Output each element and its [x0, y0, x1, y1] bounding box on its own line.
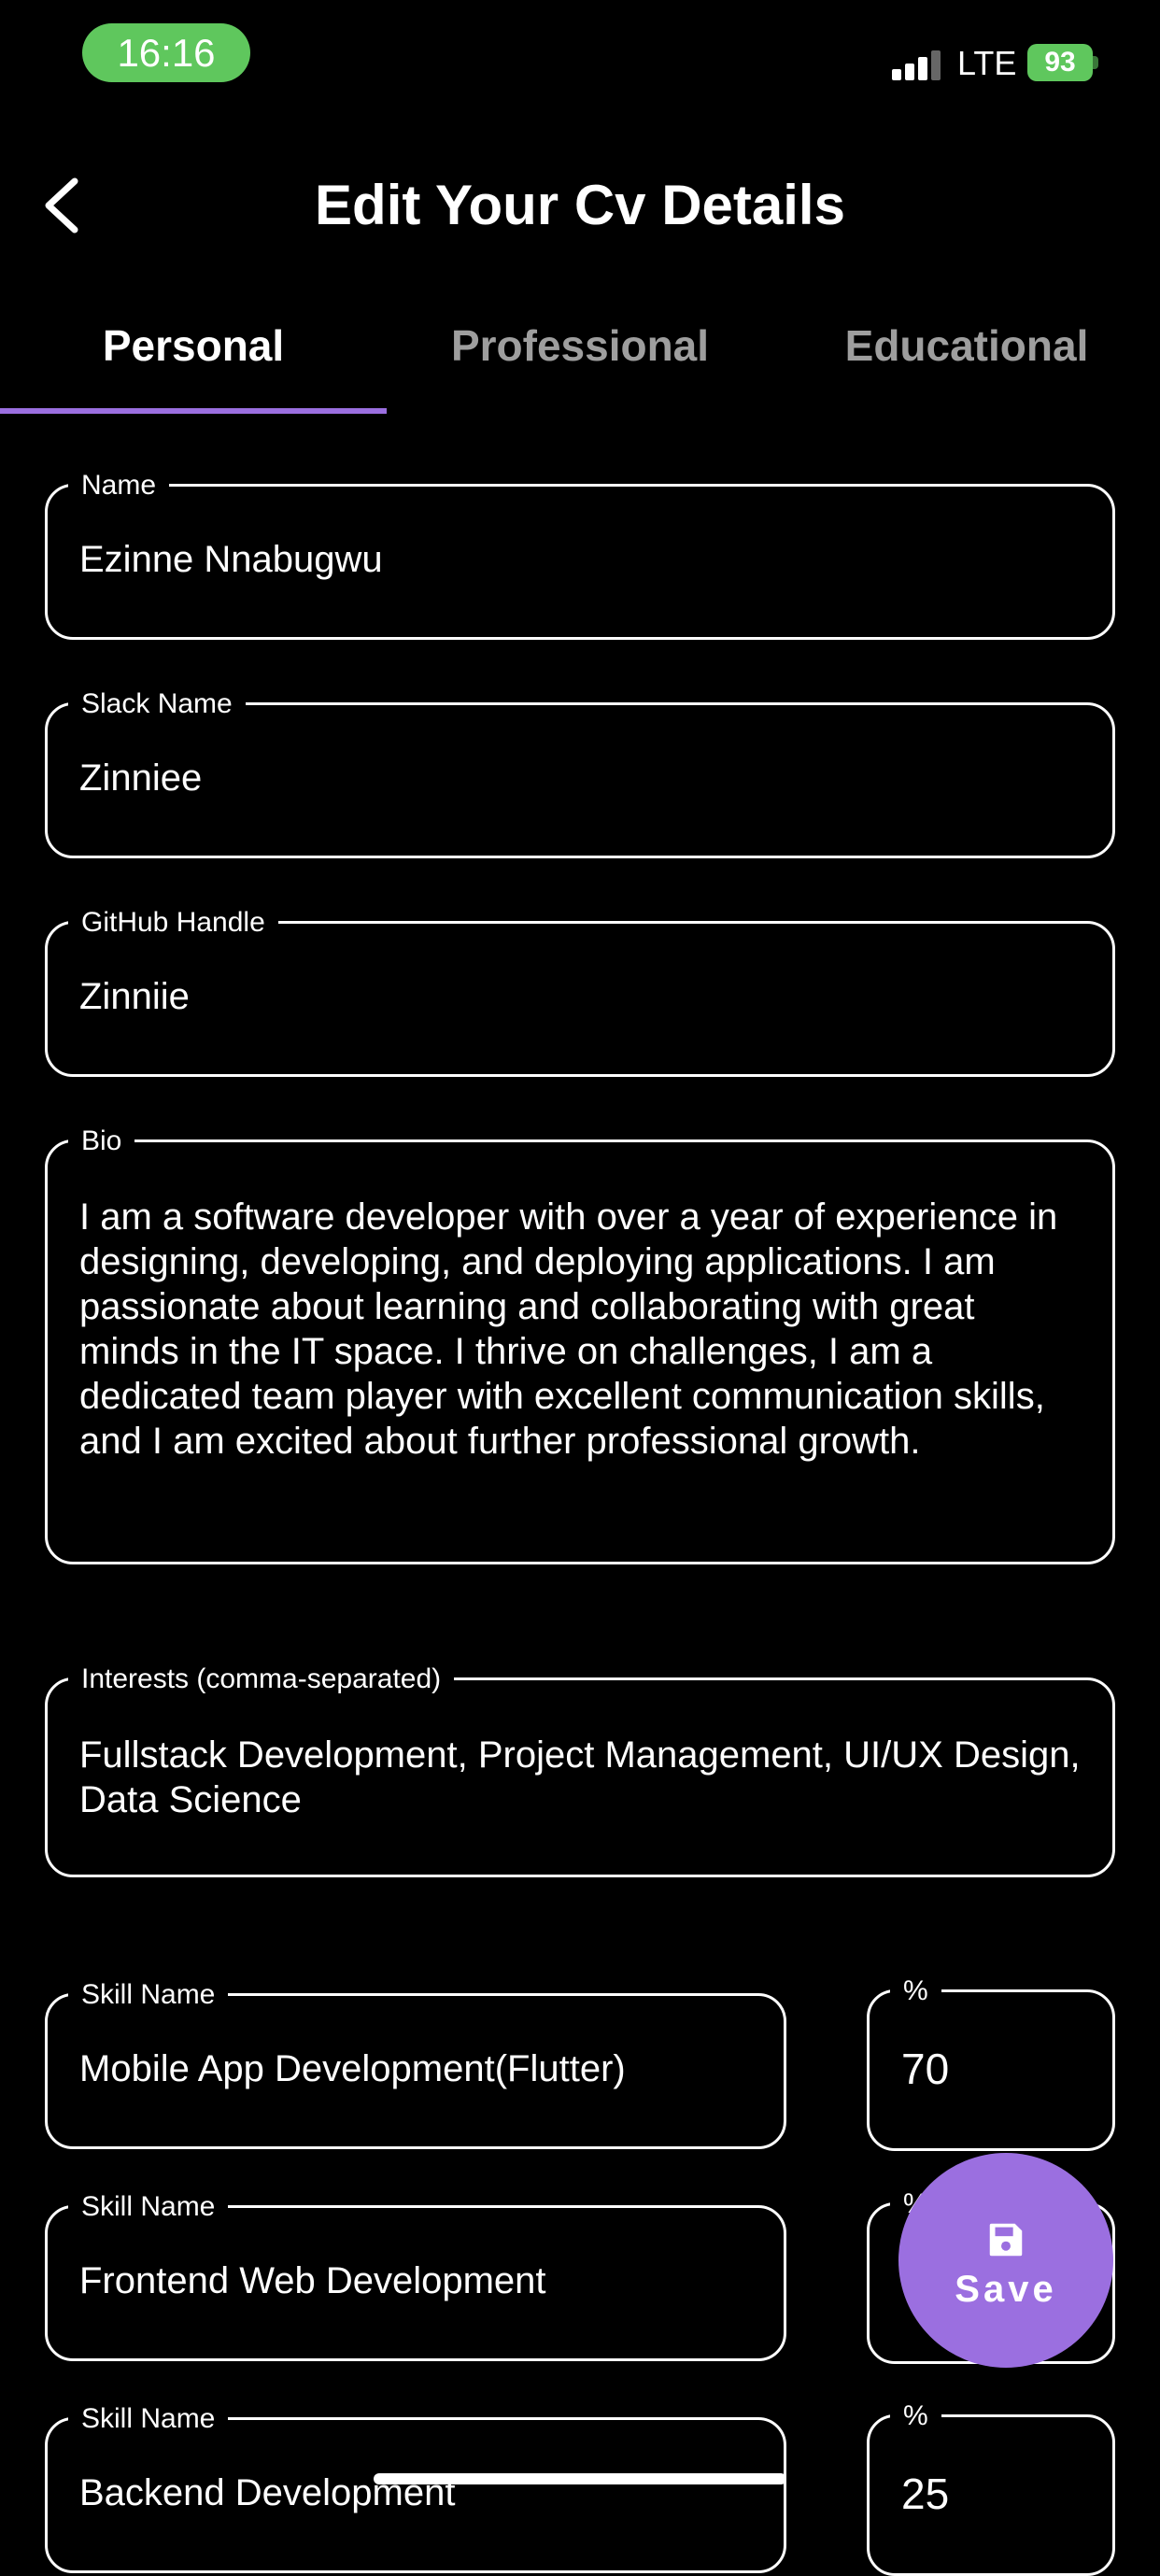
- skill-name-value: Frontend Web Development: [79, 2260, 546, 2301]
- bio-field[interactable]: Bio I am a software developer with over …: [45, 1125, 1115, 1564]
- save-button-label: Save: [955, 2269, 1057, 2310]
- battery-icon: 93: [1027, 44, 1093, 81]
- tab-personal[interactable]: Personal: [0, 308, 387, 383]
- save-button[interactable]: Save: [898, 2153, 1113, 2368]
- tab-educational[interactable]: Educational: [773, 308, 1160, 383]
- skill-name-label: Skill Name: [68, 2403, 229, 2435]
- github-handle-field-label: GitHub Handle: [68, 907, 278, 939]
- bio-field-label: Bio: [68, 1125, 135, 1157]
- tab-professional[interactable]: Professional: [387, 308, 773, 383]
- skill-percent-value: 25: [901, 2470, 950, 2518]
- skill-name-label: Skill Name: [68, 2191, 229, 2223]
- skill-name-field[interactable]: Skill Name Mobile App Development(Flutte…: [45, 1979, 786, 2149]
- skill-percent-value: 70: [901, 2045, 950, 2093]
- status-time: 16:16: [82, 23, 250, 82]
- signal-icon: [892, 50, 944, 80]
- slack-name-field-label: Slack Name: [68, 688, 246, 720]
- tab-indicator: [0, 408, 387, 414]
- name-field[interactable]: Name Ezinne Nnabugwu: [45, 470, 1115, 640]
- interests-field[interactable]: Interests (comma-separated) Fullstack De…: [45, 1663, 1115, 1877]
- skill-name-field[interactable]: Skill Name Backend Development: [45, 2403, 786, 2573]
- skill-name-label: Skill Name: [68, 1979, 229, 2011]
- name-field-value: Ezinne Nnabugwu: [79, 539, 383, 580]
- interests-field-value: Fullstack Development, Project Managemen…: [79, 1734, 1081, 1820]
- battery-tip: [1093, 56, 1098, 69]
- back-button[interactable]: [28, 168, 103, 243]
- name-field-label: Name: [68, 470, 170, 502]
- skill-percent-label: %: [890, 2400, 941, 2432]
- battery-level: 93: [1044, 47, 1076, 78]
- skill-name-value: Mobile App Development(Flutter): [79, 2048, 626, 2089]
- github-handle-field[interactable]: GitHub Handle Zinniie: [45, 907, 1115, 1077]
- network-label: LTE: [957, 44, 1017, 82]
- save-icon: [989, 2223, 1023, 2257]
- interests-field-label: Interests (comma-separated): [68, 1663, 455, 1695]
- home-indicator[interactable]: [374, 2473, 786, 2484]
- slack-name-field-value: Zinniee: [79, 757, 203, 799]
- skill-name-field[interactable]: Skill Name Frontend Web Development: [45, 2191, 786, 2361]
- skill-percent-label: %: [890, 1975, 941, 2007]
- page-title: Edit Your Cv Details: [315, 174, 845, 236]
- skill-percent-field[interactable]: % 70: [867, 1975, 1115, 2151]
- github-handle-field-value: Zinniie: [79, 976, 190, 1017]
- slack-name-field[interactable]: Slack Name Zinniee: [45, 688, 1115, 858]
- skill-percent-field[interactable]: % 25: [867, 2400, 1115, 2576]
- bio-field-value: I am a software developer with over a ye…: [79, 1196, 1058, 1462]
- chevron-left-icon: [45, 177, 78, 234]
